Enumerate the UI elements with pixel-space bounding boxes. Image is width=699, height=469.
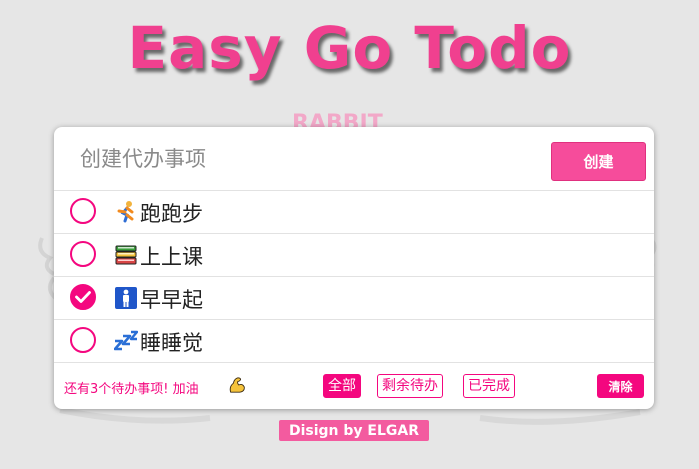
todo-checkbox[interactable] <box>70 327 96 353</box>
sleeping-zzz-icon <box>114 330 138 351</box>
checkmark-icon <box>75 291 91 303</box>
new-todo-input[interactable] <box>78 141 522 177</box>
todo-text: 跑跑步 <box>140 202 203 226</box>
clear-button[interactable]: 清除 <box>597 374 644 398</box>
todo-text: 睡睡觉 <box>140 331 203 355</box>
todo-checkbox[interactable] <box>70 241 96 267</box>
filter-remaining-button[interactable]: 剩余待办 <box>377 374 443 398</box>
create-button[interactable]: 创建 <box>551 142 646 181</box>
todo-item: 早早起 <box>54 277 654 320</box>
standing-person-icon <box>115 287 137 309</box>
todo-item: 跑跑步 <box>54 191 654 234</box>
books-icon <box>115 245 137 265</box>
todo-footer: 还有3个待办事项! 加油 全部 剩余待办 已完成 清除 <box>54 364 654 409</box>
todo-list: 跑跑步 上上课 早早起 睡睡觉 <box>54 191 654 363</box>
todo-text: 上上课 <box>140 245 203 269</box>
todo-checkbox[interactable] <box>70 284 96 310</box>
flexed-biceps-icon <box>229 377 245 393</box>
todo-card: 创建 跑跑步 上上课 <box>54 127 654 409</box>
todo-item: 睡睡觉 <box>54 320 654 363</box>
todo-item: 上上课 <box>54 234 654 277</box>
credit-badge: Disign by ELGAR <box>279 420 429 441</box>
filter-all-button[interactable]: 全部 <box>323 374 361 398</box>
remaining-count-text: 还有3个待办事项! 加油 <box>64 382 199 397</box>
new-todo-row: 创建 <box>54 127 654 191</box>
todo-checkbox[interactable] <box>70 198 96 224</box>
todo-text: 早早起 <box>140 288 203 312</box>
app-title: Easy Go Todo <box>127 14 572 82</box>
running-person-icon <box>117 201 134 223</box>
filter-completed-button[interactable]: 已完成 <box>463 374 515 398</box>
